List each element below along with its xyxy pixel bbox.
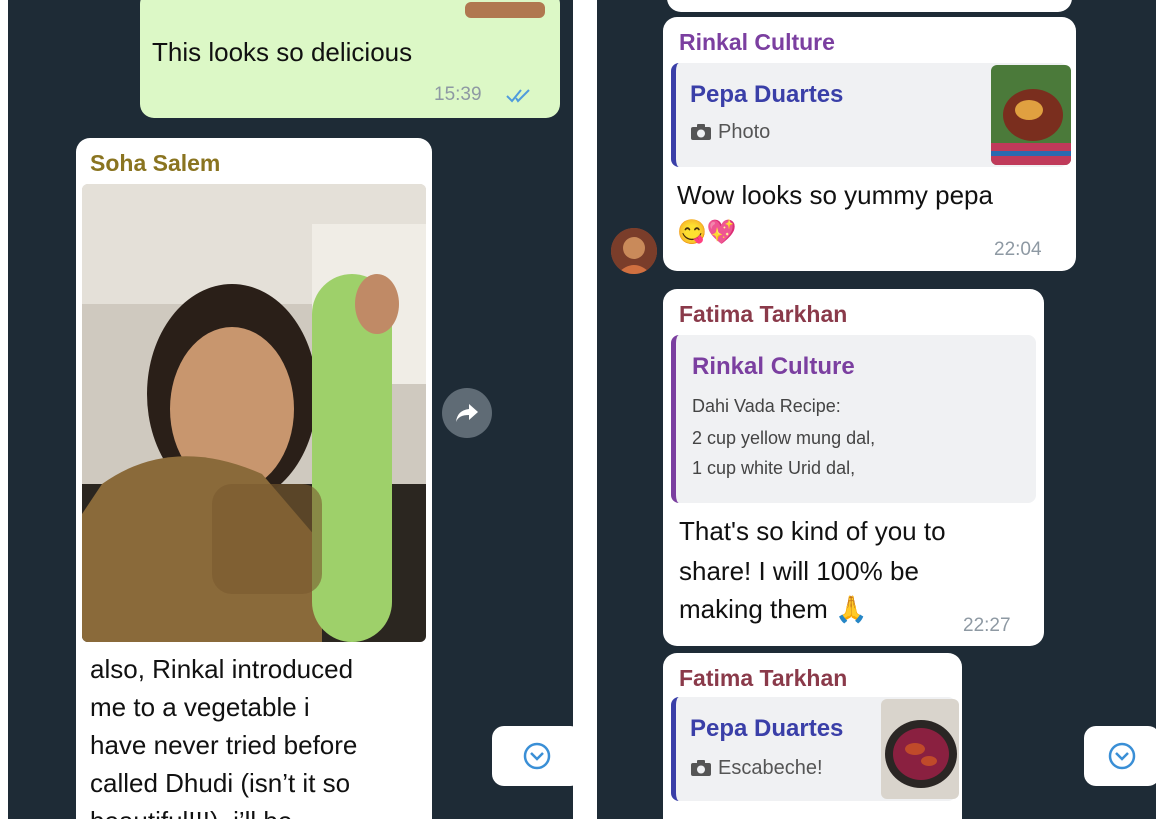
message-text: Wow looks so yummy pepa [677,180,993,210]
camera-icon [691,760,711,776]
message-text: This looks so delicious [152,37,413,67]
incoming-reply-message[interactable]: Rinkal Culture Pepa Duartes Photo Wow lo… [663,17,1076,271]
sender-name: Fatima Tarkhan [679,665,848,691]
quote-sender-name: Pepa Duartes [690,81,844,108]
camera-icon [691,124,711,140]
chevron-down-circle-icon [523,742,551,770]
forward-button[interactable] [442,388,492,438]
message-text-line: making them 🙏 [679,594,868,624]
incoming-reply-message[interactable]: Fatima Tarkhan Pepa Duartes Escabeche! [663,653,962,819]
quote-media-label: Escabeche! [718,757,823,779]
scroll-down-button[interactable] [492,726,573,786]
quote-text-line: Dahi Vada Recipe: [692,396,841,416]
quote-thumbnail [881,699,959,799]
message-text-line: also, Rinkal introduced [90,654,354,684]
message-text-line: share! I will 100% be [679,556,919,586]
sender-name: Rinkal Culture [679,29,835,55]
reply-quote[interactable]: Pepa Duartes Escabeche! [671,697,959,801]
reply-quote[interactable]: Pepa Duartes Photo [671,63,1071,167]
reply-quote[interactable]: Rinkal Culture Dahi Vada Recipe: 2 cup y… [671,335,1036,503]
scroll-down-button[interactable] [1084,726,1156,786]
incoming-photo-message[interactable]: Soha Salem also, Rinkal introduced me to… [76,138,432,819]
outgoing-message-bubble[interactable]: This looks so delicious 15:39 [140,0,560,118]
message-time: 22:04 [994,239,1042,260]
message-time: 22:27 [963,615,1011,636]
photo-attachment[interactable] [82,184,426,642]
previous-message-fragment [667,0,1072,12]
chat-panel-right[interactable]: Rinkal Culture Pepa Duartes Photo Wow lo… [597,0,1156,819]
quote-sender-name: Rinkal Culture [692,353,855,380]
message-text-line: have never tried before [90,730,358,760]
chevron-down-circle-icon [1108,742,1136,770]
message-text-line: me to a vegetable i [90,692,310,722]
previous-photo-fragment [465,2,545,18]
message-text-line: beautiful!!!), i’ll be [90,803,292,819]
message-emoji: 😋💖 [677,219,737,246]
quote-sender-name: Pepa Duartes [690,715,844,742]
avatar[interactable] [611,228,657,274]
quote-media-label: Photo [718,121,771,143]
quote-text-line: 2 cup yellow mung dal, [692,428,876,448]
quote-text-line: 1 cup white Urid dal, [692,458,856,478]
incoming-reply-message[interactable]: Fatima Tarkhan Rinkal Culture Dahi Vada … [663,289,1044,646]
quote-thumbnail [991,65,1071,165]
sender-name: Fatima Tarkhan [679,301,848,327]
double-check-icon [506,89,530,103]
message-time: 15:39 [434,84,482,105]
avatar-image [611,228,657,274]
forward-arrow-icon [456,404,478,422]
sender-name: Soha Salem [90,150,221,176]
chat-panel-left[interactable]: This looks so delicious 15:39 Soha Salem [8,0,573,819]
message-text-line: called Dhudi (isn’t it so [90,768,351,798]
photo-image [82,184,426,642]
message-text-line: That's so kind of you to [679,516,946,546]
